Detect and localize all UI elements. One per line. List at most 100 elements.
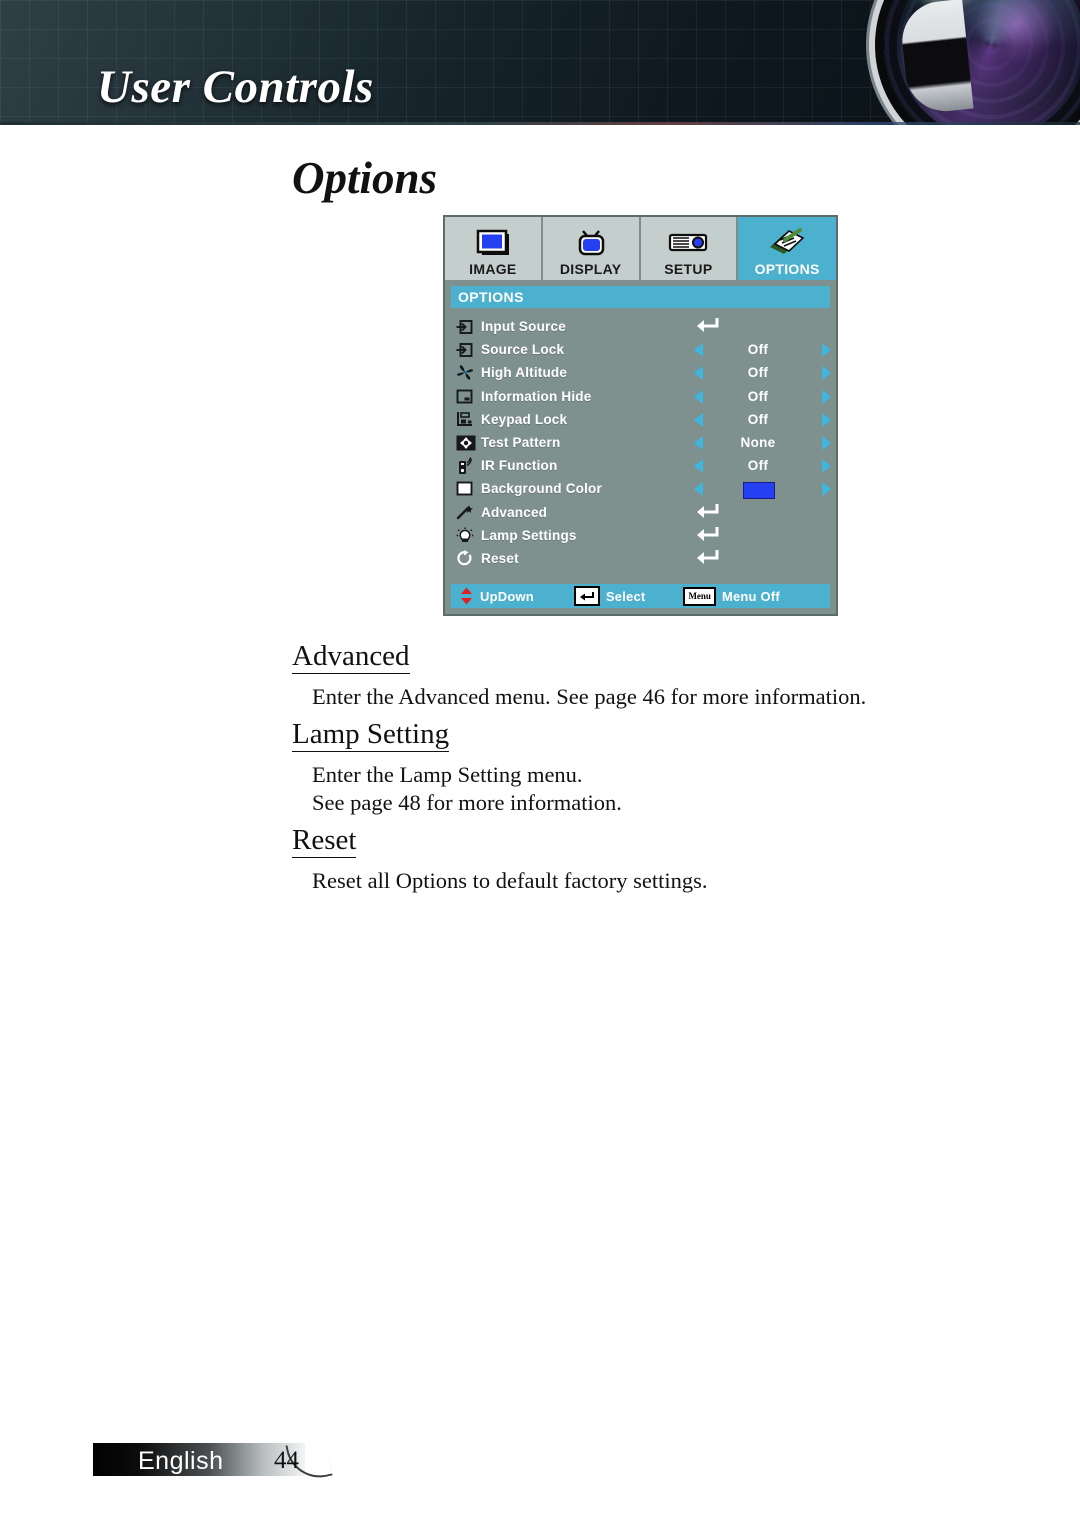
osd-row-label: IR Function (481, 458, 558, 474)
increment-arrow-icon[interactable] (822, 389, 831, 404)
increment-arrow-icon[interactable] (822, 366, 831, 381)
tab-setup[interactable]: SETUP (640, 217, 739, 280)
osd-row-value: Off (747, 365, 769, 381)
osd-footer-label: UpDown (480, 588, 534, 604)
keypad-lock-icon (451, 409, 481, 429)
osd-row-control[interactable] (694, 501, 834, 524)
osd-row-control[interactable] (694, 547, 834, 570)
monitor-icon (445, 226, 541, 260)
osd-row-advanced[interactable]: Advanced (451, 501, 830, 524)
osd-row-value: Off (747, 411, 769, 427)
osd-row-label: High Altitude (481, 365, 568, 381)
osd-row-input-source[interactable]: Input Source (451, 315, 830, 338)
lamp-bulb-icon (451, 525, 481, 545)
section-heading-text: Reset (292, 824, 357, 858)
osd-row-label: Source Lock (481, 342, 565, 358)
osd-row-control[interactable]: Off (694, 408, 834, 431)
osd-row-ir-function[interactable]: IR Function Off (451, 454, 831, 477)
osd-footer-label: Select (605, 588, 646, 604)
osd-row-list: Input Source Source Lock Off High Altitu… (445, 308, 836, 570)
osd-row-value: Off (747, 388, 769, 404)
osd-row-label: Lamp Settings (481, 527, 577, 543)
projector-icon (641, 226, 737, 260)
page-header-band: User Controls (0, 0, 1080, 125)
osd-row-value: Off (747, 342, 769, 358)
menu-key-icon: Menu (683, 586, 716, 606)
page-title: Options (292, 153, 438, 203)
fan-icon (451, 363, 481, 383)
footer-page-number: 44 (274, 1447, 299, 1474)
background-color-swatch (743, 482, 775, 500)
osd-row-value: None (740, 435, 776, 451)
information-hide-icon (451, 386, 481, 406)
osd-footer-bar: UpDown Select Menu Menu Off (451, 584, 830, 608)
osd-row-test-pattern[interactable]: Test Pattern None (451, 431, 831, 454)
section-text-lamp-setting-line1: Enter the Lamp Setting menu. (312, 762, 583, 787)
osd-tab-bar: IMAGE DISPLAY SETUP OPTIONS (445, 217, 836, 280)
enter-arrow-icon (694, 502, 724, 522)
source-lock-icon (451, 340, 481, 360)
osd-row-control[interactable] (694, 477, 834, 500)
osd-row-control[interactable]: Off (694, 385, 834, 408)
increment-arrow-icon[interactable] (822, 459, 831, 474)
enter-arrow-icon (694, 548, 724, 568)
osd-row-label: Input Source (481, 319, 566, 335)
osd-row-control[interactable]: None (694, 431, 834, 454)
section-heading-reset: Reset (292, 824, 357, 858)
test-pattern-icon (451, 433, 481, 453)
osd-footer-menu-off[interactable]: Menu Menu Off (683, 586, 780, 606)
tab-display[interactable]: DISPLAY (542, 217, 641, 280)
tab-label: DISPLAY (559, 261, 622, 277)
osd-row-value: Off (747, 458, 769, 474)
osd-row-information-hide[interactable]: Information Hide Off (451, 385, 831, 408)
section-heading-advanced: Advanced (292, 640, 410, 674)
osd-row-label: Information Hide (481, 388, 592, 404)
section-text-lamp-setting-line2: See page 48 for more information. (312, 790, 622, 815)
enter-arrow-icon (694, 316, 724, 336)
osd-section-title-bar: OPTIONS (451, 286, 830, 308)
tab-options[interactable]: OPTIONS (738, 217, 836, 280)
up-down-arrow-icon (461, 587, 472, 605)
input-source-icon (451, 317, 481, 337)
enter-arrow-icon (694, 525, 724, 545)
enter-key-icon (573, 586, 600, 606)
increment-arrow-icon[interactable] (822, 482, 831, 497)
osd-row-control[interactable]: Off (694, 338, 834, 361)
osd-row-source-lock[interactable]: Source Lock Off (451, 338, 831, 361)
osd-row-control[interactable] (694, 524, 834, 547)
section-heading-text: Advanced (292, 640, 410, 674)
section-heading-text: Lamp Setting (292, 718, 450, 752)
tab-image[interactable]: IMAGE (445, 217, 543, 280)
osd-row-reset[interactable]: Reset (451, 547, 830, 570)
increment-arrow-icon[interactable] (822, 435, 831, 450)
osd-row-control[interactable]: Off (694, 361, 834, 384)
page-header-title: User Controls (97, 61, 374, 113)
reset-arrow-icon (451, 548, 481, 568)
osd-row-label: Keypad Lock (481, 411, 568, 427)
footer-language-label: English (138, 1447, 224, 1475)
osd-row-lamp-settings[interactable]: Lamp Settings (451, 524, 830, 547)
osd-section-title: OPTIONS (458, 289, 524, 305)
section-text-reset: Reset all Options to default factory set… (312, 868, 708, 893)
remote-control-icon (451, 456, 481, 476)
increment-arrow-icon[interactable] (822, 343, 831, 358)
decrement-arrow-icon[interactable] (694, 482, 703, 497)
increment-arrow-icon[interactable] (822, 412, 831, 427)
tab-label: SETUP (664, 261, 713, 277)
magic-wand-icon (451, 502, 481, 522)
osd-row-background-color[interactable]: Background Color (451, 477, 831, 500)
television-icon (543, 226, 639, 260)
document-pencil-icon (738, 226, 836, 260)
osd-footer-updown[interactable]: UpDown (459, 587, 534, 605)
osd-footer-select[interactable]: Select (573, 586, 646, 606)
background-color-icon (451, 479, 481, 499)
osd-row-control[interactable] (694, 315, 834, 338)
osd-row-label: Advanced (481, 504, 548, 520)
osd-row-keypad-lock[interactable]: Keypad Lock Off (451, 408, 831, 431)
section-heading-lamp-setting: Lamp Setting (292, 718, 450, 752)
osd-row-label: Test Pattern (481, 435, 561, 451)
osd-row-control[interactable]: Off (694, 454, 834, 477)
osd-row-label: Background Color (481, 481, 602, 497)
osd-row-high-altitude[interactable]: High Altitude Off (451, 361, 831, 384)
tab-label: OPTIONS (754, 261, 820, 277)
